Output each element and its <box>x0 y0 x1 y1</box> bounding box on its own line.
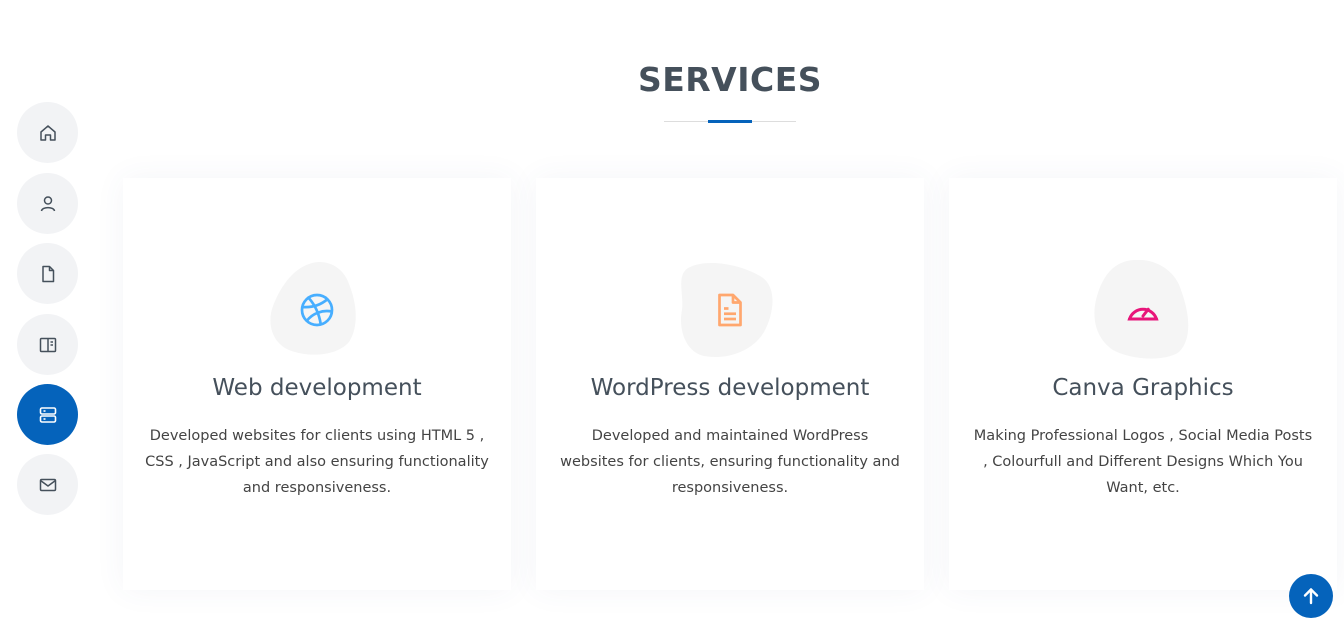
back-to-top-button[interactable] <box>1289 574 1333 618</box>
home-icon <box>39 124 56 141</box>
book-icon <box>39 337 56 352</box>
nav-home-button[interactable] <box>17 102 78 163</box>
server-icon <box>39 406 56 423</box>
nav-about-button[interactable] <box>17 173 78 234</box>
file-icon <box>41 265 54 282</box>
title-accent-bar <box>708 120 752 123</box>
icon-blob <box>267 260 367 360</box>
file-text-icon <box>718 293 742 327</box>
section-title: SERVICES <box>637 60 823 99</box>
service-description: Developed and maintained WordPress websi… <box>560 428 900 496</box>
service-description: Developed websites for clients using HTM… <box>145 428 489 496</box>
nav-services-button[interactable] <box>17 384 78 445</box>
icon-blob <box>680 260 780 360</box>
nav-portfolio-button[interactable] <box>17 314 78 375</box>
nav-resume-button[interactable] <box>17 243 78 304</box>
service-title: WordPress development <box>590 375 870 401</box>
service-card-web: Web development Developed websites for c… <box>123 178 511 590</box>
service-title: Web development <box>212 375 422 401</box>
service-title: Canva Graphics <box>1052 375 1234 401</box>
speedometer-icon <box>1127 307 1159 321</box>
nav-contact-button[interactable] <box>17 454 78 515</box>
dribbble-icon <box>300 293 334 327</box>
envelope-icon <box>39 478 56 491</box>
person-icon <box>40 195 55 211</box>
service-description: Making Professional Logos , Social Media… <box>973 428 1313 496</box>
arrow-up-icon <box>1303 588 1319 605</box>
icon-blob <box>1093 260 1193 360</box>
services-page: SERVICES Web development Developed websi… <box>0 0 1344 627</box>
service-card-canva: Canva Graphics Making Professional Logos… <box>949 178 1337 590</box>
service-card-wordpress: WordPress development Developed and main… <box>536 178 924 590</box>
